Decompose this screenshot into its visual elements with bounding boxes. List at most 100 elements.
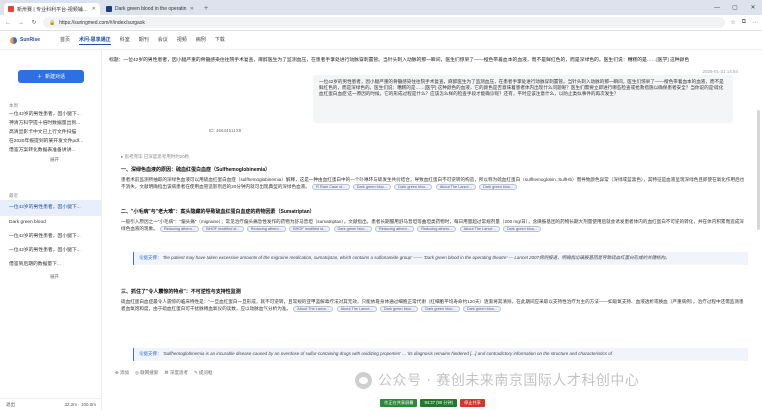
expand-link[interactable]: 展开 [0, 155, 102, 164]
citation-chip[interactable]: R Rare Case of... [312, 184, 350, 190]
nav-item[interactable]: 会议 [158, 36, 168, 45]
history-item[interactable]: 借鉴到后期的数据量下... [0, 258, 102, 272]
citation-chip[interactable]: Dark green bloo... [502, 226, 542, 232]
nav-item-active[interactable]: 术问-思享通正 [79, 36, 111, 45]
answer-paragraph: 硫血红蛋白血症最令人震惊的临床特性是："一旦血红蛋白一旦形成，就不可逆转，且常规… [121, 298, 746, 312]
citation-chip[interactable]: Reducing athero... [417, 226, 457, 232]
conversation-panel: 标题：一位42岁的男性患者，因小腿严重的骨髓感染住往院手术复查，麻醉医生为了监测… [103, 50, 762, 410]
history-item[interactable]: 借鉴方案转化数据表准备讲讲... [0, 146, 102, 155]
attach-button[interactable]: ⊕ 添加 [115, 370, 129, 376]
citation-chip[interactable]: About The Lance... [293, 306, 334, 312]
stop-share-button[interactable]: 停止共享 [460, 399, 485, 407]
citation-chip[interactable]: Dark green bloo... [352, 184, 391, 190]
sharing-status-tag: 作正在共享屏幕 [380, 399, 418, 407]
answer-text: 患者术前监测所抽取的深绿色血液可以用硫血红蛋白血症（sulfhemoglobin… [121, 177, 745, 190]
watermark: 公众号 · 赛创未来南京国际人才科创中心 [355, 370, 639, 390]
thinking-status[interactable]: ▸ 思考完毕 已深度思考用时约20秒 [121, 154, 189, 160]
citation-chip[interactable]: About The Lance... [459, 226, 500, 232]
browser-tab-label: Dark green blood in the operatin [115, 6, 187, 12]
menu-icon[interactable]: ⋯ [752, 19, 758, 26]
minimize-button[interactable]: — [708, 0, 726, 15]
history-item[interactable]: 高清显影卡中文已上行文件扫描 [0, 128, 102, 137]
nav-item[interactable]: 视频 [177, 36, 187, 45]
citation-chip[interactable]: BHOF modified st... [289, 226, 331, 232]
message-id: ID: 46634511X8 [209, 128, 242, 133]
close-tab-icon[interactable]: ✕ [92, 6, 96, 12]
reload-icon[interactable]: ↻ [30, 19, 38, 26]
nav-item[interactable]: 科室 [120, 36, 130, 45]
maximize-button[interactable]: ▢ [726, 0, 744, 15]
new-chat-label: 新建对话 [45, 74, 66, 80]
citation-chip[interactable]: Dark green bloo... [462, 306, 502, 312]
evidence-quote: 论据支撑： 'the patient may have taken excess… [133, 252, 748, 265]
answer-paragraph: 患者术前监测所抽取的深绿色血液可以用硫血红蛋白血症（sulfhemoglobin… [121, 176, 746, 190]
url-text: https://suringmed.com/#/index/surgask [59, 19, 145, 26]
sidebar: ＋ 新建对话 本周 一位42岁的男性患者，因小腿下... 神清方科学提十倍时数据… [0, 50, 102, 410]
site-favicon-icon [106, 6, 112, 12]
citation-chip[interactable]: Dark green bloo... [333, 226, 372, 232]
citation-chip[interactable]: Reducing athero... [246, 226, 286, 232]
browser-tab-1[interactable]: Dark green blood in the operatin ✕ [102, 3, 198, 15]
wechat-icon [355, 371, 372, 389]
nav-item[interactable]: 病例 [196, 36, 206, 45]
history-item[interactable]: Dark green blood [0, 216, 102, 230]
close-tab-icon[interactable]: ✕ [190, 6, 194, 12]
plus-icon: ＋ [36, 74, 42, 80]
watermark-text: 公众号 · 赛创未来南京国际人才科创中心 [378, 373, 640, 389]
deep-think-toggle[interactable]: ⌘ 深度思考 [164, 370, 188, 376]
browser-tabstrip: 新卅赛 | 专业科利平台-视频辅导... ✕ Dark green blood … [0, 0, 762, 15]
nav-item[interactable]: 下载 [215, 36, 225, 45]
url-field[interactable]: 🔒 https://suringmed.com/#/index/surgask [43, 17, 726, 28]
citation-chip[interactable]: Dark green bloo... [394, 184, 433, 190]
prompt-box-button[interactable]: ✎ 提问框 [194, 370, 213, 376]
answer-section-title: 二、"小毛病"与"老大难"：案头隐藏的导致硫血红蛋白血症的药物因素（Sumatr… [121, 209, 315, 215]
citation-chip[interactable]: About The Lance... [336, 306, 377, 312]
citation-chip[interactable]: About The Lance... [435, 184, 476, 190]
sidebar-section-heading: 最近 [9, 193, 18, 198]
citation-chip[interactable]: Dark green bloo... [379, 306, 419, 312]
app-header: SunRise 首页 术问-思享通正 科室 期刊 会议 视频 病例 下载 [0, 31, 762, 50]
history-item[interactable]: 一位42岁的男性患者，因小腿下... [0, 244, 102, 258]
citation-chip[interactable]: BHOF modified st... [202, 226, 244, 232]
window-controls: — ▢ ✕ [708, 0, 762, 15]
usage-readout: 32.2m · 100.0m [64, 402, 96, 407]
evidence-quote: 论据支撑： 'Sulfhemoglobinemia is an incurabl… [133, 348, 748, 361]
new-chat-button[interactable]: ＋ 新建对话 [18, 70, 84, 83]
close-window-button[interactable]: ✕ [744, 0, 762, 15]
citation-chip[interactable]: Reducing athero... [160, 226, 200, 232]
logout-link[interactable]: 退出 [6, 402, 15, 408]
citation-chip[interactable]: Reducing athero... [374, 226, 415, 232]
scrollbar[interactable] [757, 110, 760, 230]
sidebar-section-week: 本周 一位42岁的男性患者，因小腿下... 神清方科学提十倍时数据量出到... … [0, 102, 102, 164]
user-message-bubble: 一位42岁的男性患者，因小腿严重的骨髓感染住往院手术复查，麻醉医生为了监测血压，… [313, 75, 733, 123]
citation-chip[interactable]: Dark green bloo... [479, 184, 518, 190]
browser-tab-label: 新卅赛 | 专业科利平台-视频辅导... [17, 6, 89, 13]
new-tab-button[interactable]: + [200, 3, 212, 15]
star-icon[interactable]: ☆ [730, 19, 735, 26]
back-icon[interactable]: ← [4, 20, 12, 26]
history-item-selected[interactable]: 一位42岁的男性患者，因小腿下... [0, 200, 102, 216]
app-logo[interactable]: SunRise [10, 36, 60, 44]
history-item[interactable]: 一位42岁的男性患者，因小腿下... [0, 230, 102, 244]
sidebar-section-heading: 本周 [9, 103, 18, 108]
quote-text: 'Sulfhemoglobinemia is an incurable dise… [162, 351, 613, 356]
sidebar-footer: 退出 32.2m · 100.0m [0, 398, 102, 410]
logo-text: SunRise [20, 37, 41, 43]
app-nav: 首页 术问-思享通正 科室 期刊 会议 视频 病例 下载 [60, 36, 225, 45]
citation-chip[interactable]: Dark green bloo... [421, 306, 460, 312]
answer-section-title: 一、深绿色血液的原因：硫血红蛋白血症（Sulfhemoglobinemia） [121, 167, 271, 173]
extensions-icon[interactable]: ⧉ [742, 19, 746, 26]
web-search-toggle[interactable]: ◎ 联网搜索 [135, 370, 158, 376]
address-bar: ← → ↻ 🔒 https://suringmed.com/#/index/su… [0, 15, 762, 31]
nav-item[interactable]: 首页 [60, 36, 70, 45]
history-item[interactable]: 一位42岁的男性患者，因小腿下... [0, 110, 102, 119]
share-timer-tag: 94:37 (90 分钟) [420, 399, 458, 407]
prompt-title: 标题：一位42岁的男性患者，因小腿严重的骨髓感染住往院手术复查，麻醉医生为了监测… [109, 58, 690, 63]
quote-label: 论据支撑： [139, 255, 162, 260]
forward-icon[interactable]: → [17, 20, 25, 26]
nav-item[interactable]: 期刊 [139, 36, 149, 45]
history-item[interactable]: 在2020年报提到的某开发文件pdf... [0, 137, 102, 146]
history-item[interactable]: 神清方科学提十倍时数据量出到... [0, 119, 102, 128]
browser-tab-0[interactable]: 新卅赛 | 专业科利平台-视频辅导... ✕ [4, 3, 100, 15]
expand-link[interactable]: 展开 [0, 272, 102, 281]
